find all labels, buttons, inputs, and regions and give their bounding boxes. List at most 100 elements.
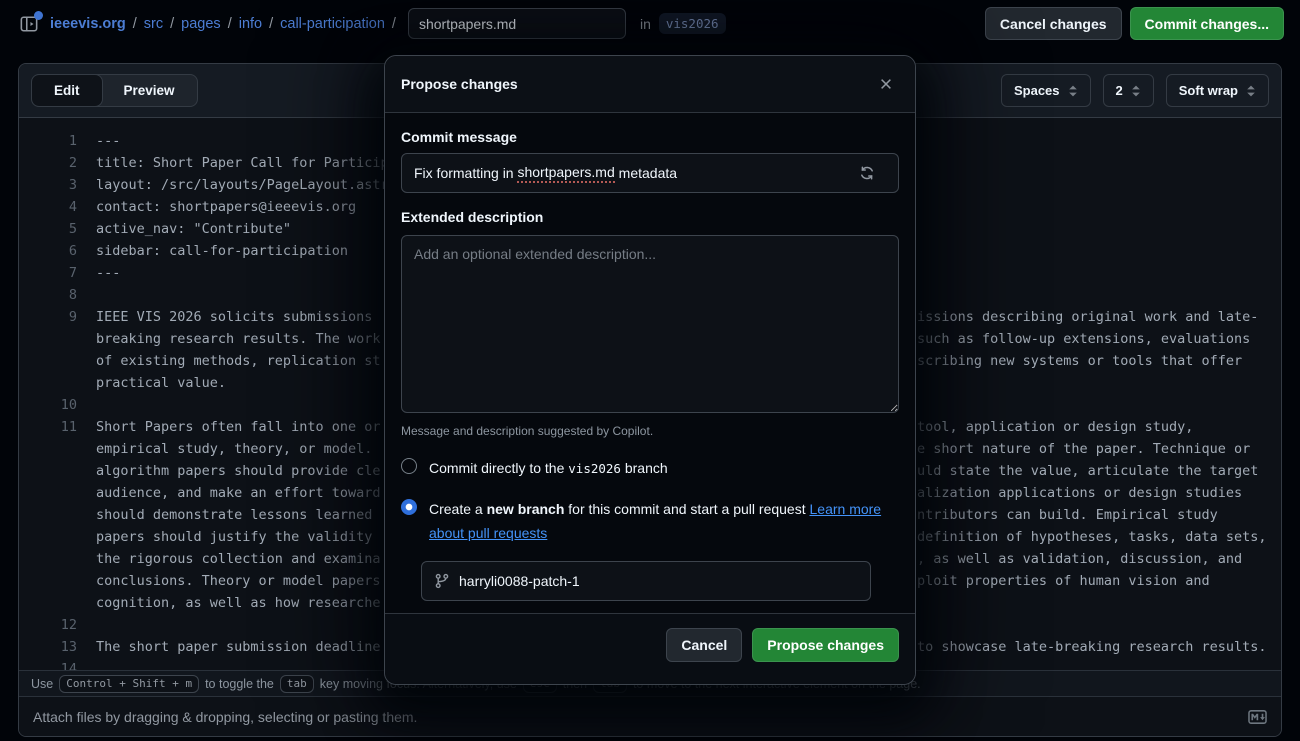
attach-files-hint: Attach files by dragging & dropping, sel… [33, 709, 417, 725]
create-new-branch-radio[interactable] [401, 499, 417, 515]
code-text: The short paper submission deadline [96, 639, 380, 655]
filename-input[interactable] [408, 8, 626, 39]
code-text: e short nature of the paper. Technique o… [917, 438, 1250, 460]
line-number: 13 [19, 636, 77, 658]
propose-changes-dialog: Propose changes Commit message Fix forma… [384, 55, 916, 685]
chevron-up-down-icon [1131, 84, 1141, 98]
indent-mode-select[interactable]: Spaces [1001, 74, 1091, 107]
code-text: papers should justify the validity [96, 529, 380, 545]
code-text: contact: shortpapers@ieeevis.org [96, 199, 356, 215]
breadcrumb-call-participation-link[interactable]: call-participation [280, 16, 385, 32]
current-branch-badge[interactable]: vis2026 [659, 13, 726, 34]
code-text: algorithm papers should provide cle [96, 463, 380, 479]
tab-preview[interactable]: Preview [102, 75, 197, 106]
line-number: 7 [19, 262, 77, 284]
close-icon [879, 77, 893, 91]
commit-message-text: metadata [615, 165, 677, 181]
chevron-up-down-icon [1246, 84, 1256, 98]
create-new-branch-option[interactable]: Create a new branch for this commit and … [401, 497, 899, 545]
dialog-title: Propose changes [401, 76, 518, 92]
breadcrumb-pages-link[interactable]: pages [181, 16, 221, 32]
code-text: scribing new systems or tools that offer [917, 350, 1242, 372]
dialog-footer: Cancel Propose changes [385, 613, 915, 684]
label-text: branch [621, 460, 668, 476]
code-text: practical value. [96, 375, 226, 391]
line-number: 8 [19, 284, 77, 306]
breadcrumb-separator: / [133, 16, 137, 32]
breadcrumb-separator: / [170, 16, 174, 32]
breadcrumb: ieeevis.org / src / pages / info / call-… [50, 16, 396, 32]
code-text: IEEE VIS 2026 solicits submissions [96, 309, 380, 325]
code-text: such as follow-up extensions, evaluation… [917, 328, 1250, 350]
dialog-body: Commit message Fix formatting in shortpa… [385, 113, 915, 613]
code-text: sidebar: call-for-participation [96, 243, 348, 259]
indent-size-value: 2 [1116, 83, 1123, 98]
line-number: 11 [19, 416, 77, 438]
line-number: 2 [19, 152, 77, 174]
branch-name-inline: vis2026 [568, 461, 621, 476]
breadcrumb-repo-link[interactable]: ieeevis.org [50, 16, 126, 32]
code-text: ploit properties of human vision and [917, 570, 1210, 592]
tab-edit[interactable]: Edit [32, 75, 102, 106]
commit-changes-button[interactable]: Commit changes... [1130, 7, 1284, 40]
code-text: conclusions. Theory or model papers [96, 573, 380, 589]
line-number: 4 [19, 196, 77, 218]
breadcrumb-src-link[interactable]: src [144, 16, 163, 32]
line-number: 14 [19, 658, 77, 670]
wrap-mode-select[interactable]: Soft wrap [1166, 74, 1269, 107]
cancel-changes-button[interactable]: Cancel changes [985, 7, 1122, 40]
breadcrumb-separator: / [392, 16, 396, 32]
code-text: of existing methods, replication st [96, 353, 380, 369]
create-new-branch-label: Create a new branch for this commit and … [429, 497, 897, 545]
kbd-control-shift-m: Control + Shift + m [59, 675, 199, 693]
label-text: Commit directly to the [429, 460, 568, 476]
extended-description-textarea[interactable] [401, 235, 899, 413]
breadcrumb-info-link[interactable]: info [239, 16, 262, 32]
code-text: layout: /src/layouts/PageLayout.astro [96, 177, 397, 193]
dialog-header: Propose changes [385, 56, 915, 113]
label-text-bold: new branch [487, 501, 565, 517]
code-text: to showcase late-breaking research resul… [917, 636, 1267, 658]
commit-directly-radio[interactable] [401, 458, 417, 474]
dialog-propose-changes-button[interactable]: Propose changes [752, 628, 899, 662]
line-number: 5 [19, 218, 77, 240]
wrap-mode-value: Soft wrap [1179, 83, 1238, 98]
label-text: Create a [429, 501, 487, 517]
dialog-cancel-button[interactable]: Cancel [666, 628, 742, 662]
line-number: 12 [19, 614, 77, 636]
breadcrumb-separator: / [269, 16, 273, 32]
commit-directly-option[interactable]: Commit directly to the vis2026 branch [401, 456, 899, 481]
git-branch-icon [434, 573, 450, 589]
code-text: the rigorous collection and examina [96, 551, 380, 567]
code-text: , as well as validation, discussion, and [917, 548, 1242, 570]
code-text: title: Short Paper Call for Participatio… [96, 155, 429, 171]
chevron-up-down-icon [1068, 84, 1078, 98]
hint-text: Use [31, 677, 53, 691]
markdown-icon [1248, 710, 1267, 724]
code-text: uld state the value, articulate the targ… [917, 460, 1258, 482]
new-branch-name-input[interactable]: harryli0088-patch-1 [421, 561, 871, 601]
commit-message-text: Fix formatting in [414, 165, 517, 181]
code-text: breaking research results. The work [96, 331, 380, 347]
in-label: in [640, 16, 651, 32]
line-number: 9 [19, 306, 77, 328]
code-text: definition of hypotheses, tasks, data se… [917, 526, 1267, 548]
code-text: --- [96, 265, 120, 281]
line-number: 3 [19, 174, 77, 196]
breadcrumb-separator: / [228, 16, 232, 32]
file-tree-toggle-button[interactable] [16, 11, 42, 37]
commit-message-input[interactable]: Fix formatting in shortpapers.md metadat… [401, 153, 899, 193]
attach-files-bar[interactable]: Attach files by dragging & dropping, sel… [19, 696, 1281, 736]
label-text: for this commit and start a pull request [564, 501, 809, 517]
indent-size-select[interactable]: 2 [1103, 74, 1154, 107]
code-text: audience, and make an effort toward [96, 485, 380, 501]
code-text: ntributors can build. Empirical study [917, 504, 1218, 526]
line-number: 6 [19, 240, 77, 262]
regenerate-suggestion-button[interactable] [866, 161, 890, 185]
line-number: 1 [19, 130, 77, 152]
top-bar: ieeevis.org / src / pages / info / call-… [0, 0, 1300, 47]
extended-description-label: Extended description [401, 209, 899, 225]
code-text: tool, application or design study, [917, 416, 1193, 438]
close-dialog-button[interactable] [873, 71, 899, 97]
commit-message-label: Commit message [401, 129, 899, 145]
